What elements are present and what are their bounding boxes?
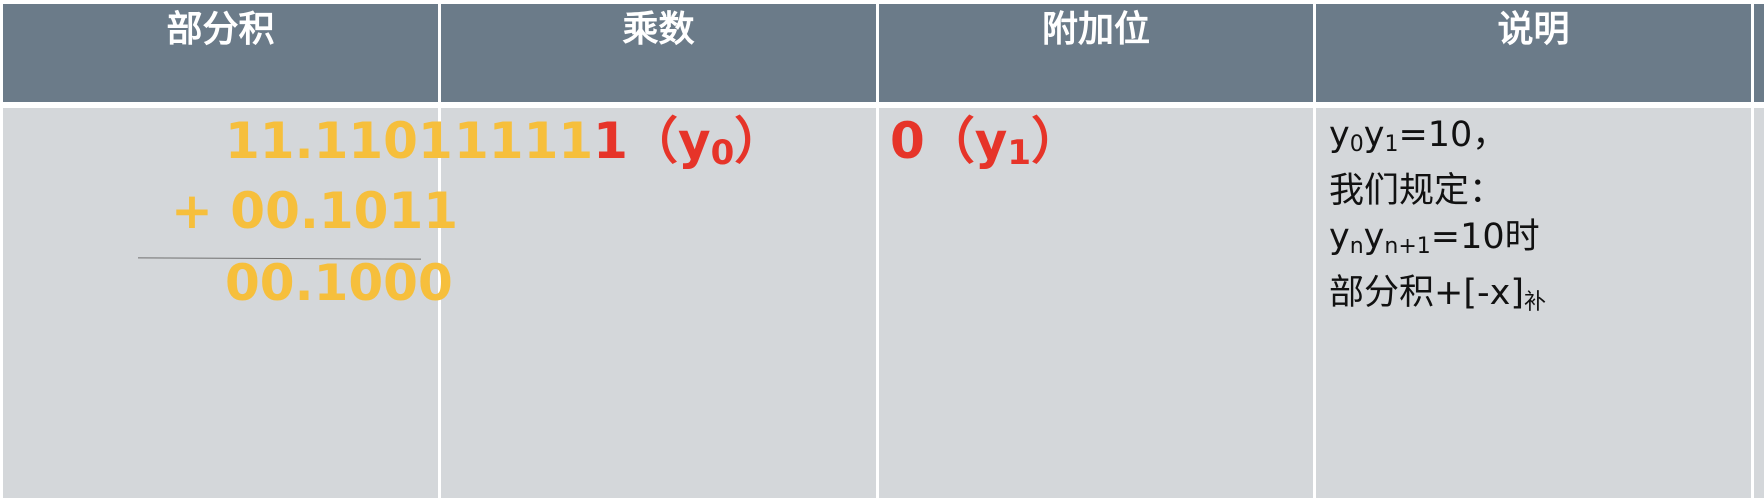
extra-bit-label-open: （y (924, 112, 1008, 170)
booth-table: 部分积 乘数 附加位 说明 11.1101 + 00.1011 00.1000 … (0, 0, 1764, 504)
extra-bit-label-close: ） (1031, 112, 1082, 170)
partial-product-row-3: 00.1000 (225, 254, 453, 312)
notes-line-1-rest: =10， (1398, 115, 1508, 155)
notes-y1-letter: y (1363, 115, 1385, 155)
extra-bit-label-sub: 1 (1007, 133, 1032, 173)
multiplier-value: 11111（y0） (454, 111, 784, 183)
notes-line-3: ynyn+1=10时 (1329, 214, 1546, 270)
extra-bit-value: 0（y1） (890, 111, 1081, 183)
notes-yn-sub: n (1349, 234, 1364, 259)
header-edge (1754, 4, 1764, 102)
notes-line-1: y0y1=10， (1329, 112, 1546, 168)
notes-yn-letter: y (1329, 217, 1350, 257)
notes-line-4: 部分积+[-x]补 (1329, 270, 1546, 326)
cell-edge (1754, 108, 1764, 498)
multiplier-label-open: （y (627, 112, 711, 170)
extra-bit-digit: 0 (890, 112, 925, 170)
notes-y0-sub: 0 (1349, 132, 1364, 157)
notes-line-3-rest: =10时 (1430, 217, 1540, 257)
partial-product-row-2: + 00.1011 (171, 182, 459, 240)
multiplier-low-bit: 1 (593, 112, 628, 170)
notes-y0-letter: y (1329, 115, 1350, 155)
notes-text: y0y1=10， 我们规定： ynyn+1=10时 部分积+[-x]补 (1329, 112, 1546, 326)
header-extra-bit: 附加位 (879, 4, 1313, 102)
notes-line-4-main: 部分积+[-x] (1329, 273, 1524, 313)
multiplier-digits: 1111 (454, 112, 594, 170)
header-partial-product: 部分积 (3, 4, 438, 102)
notes-line-4-sub: 补 (1523, 290, 1546, 315)
notes-y1-sub: 1 (1384, 132, 1399, 157)
header-multiplier: 乘数 (441, 4, 876, 102)
notes-line-2: 我们规定： (1329, 171, 1505, 211)
header-notes: 说明 (1316, 4, 1751, 102)
partial-product-row-1: 11.1101 (225, 112, 453, 170)
multiplier-label-close: ） (734, 112, 785, 170)
notes-yn1-sub: n+1 (1384, 234, 1431, 259)
notes-yn1-letter: y (1363, 217, 1385, 257)
multiplier-label-sub: 0 (710, 133, 735, 173)
